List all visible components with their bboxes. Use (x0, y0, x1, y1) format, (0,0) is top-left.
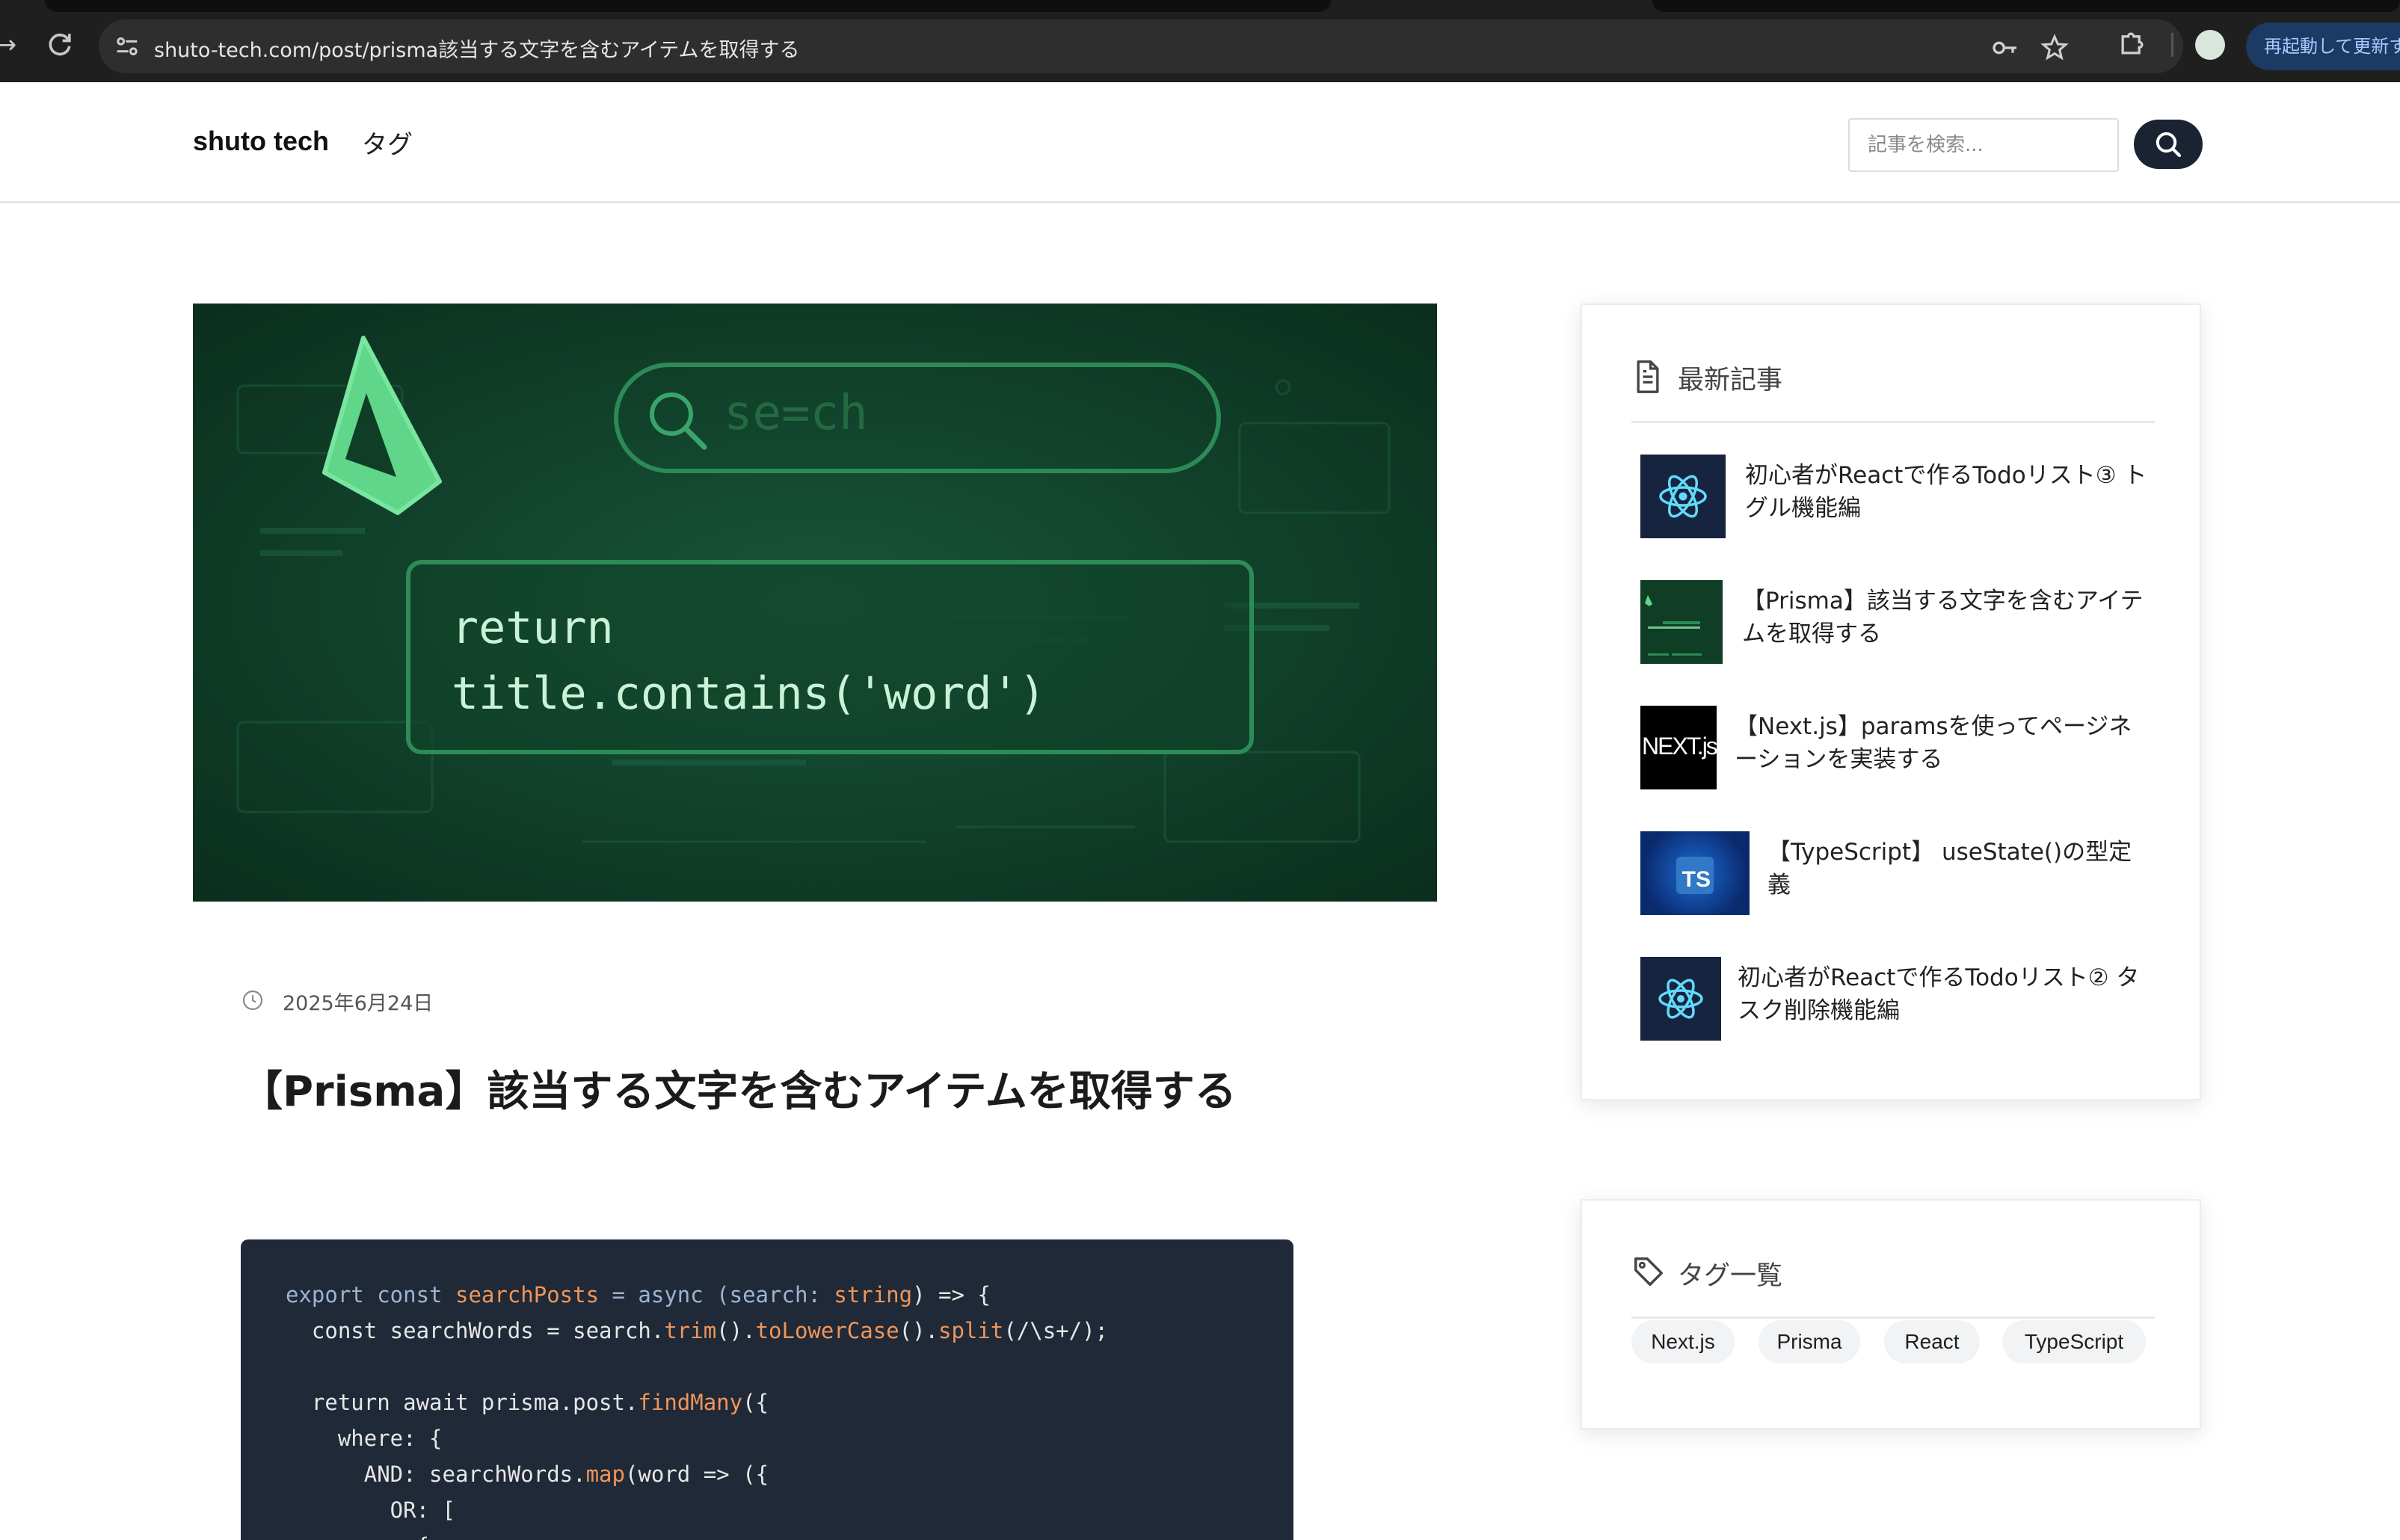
hero-search-text: se=ch (724, 386, 868, 441)
toolbar-divider (2171, 33, 2173, 57)
forward-icon[interactable]: → (0, 28, 22, 61)
site-logo-link[interactable]: shuto tech (193, 126, 329, 157)
site-header: shuto tech タグ (0, 82, 2400, 203)
latest-posts-card: 最新記事 初心者がReactで作るTodoリスト③ トグル機能編 【Prisma… (1581, 304, 2201, 1100)
code-line: where: { (286, 1426, 443, 1451)
profile-avatar[interactable] (2195, 30, 2225, 60)
tags-card: タグ一覧 Next.js Prisma React TypeScript (1581, 1199, 2201, 1429)
tag-icon (1631, 1254, 1666, 1292)
typescript-thumbnail: TS (1640, 831, 1750, 915)
tab-strip (45, 0, 1331, 12)
latest-post-title[interactable]: 初心者がReactで作るTodoリスト② タスク削除機能編 (1738, 961, 2156, 1027)
address-bar[interactable]: shuto-tech.com/post/prisma該当する文字を含むアイテムを… (99, 19, 2183, 73)
hero-code-text: return title.contains('word') (452, 602, 1046, 720)
react-thumbnail (1640, 957, 1721, 1041)
latest-posts-header: 最新記事 (1631, 354, 2155, 423)
code-block: export const searchPosts = async (search… (241, 1239, 1293, 1540)
url-text[interactable]: shuto-tech.com/post/prisma該当する文字を含むアイテムを… (154, 34, 800, 63)
bookmark-star-icon[interactable] (2040, 33, 2070, 63)
code-line: const searchWords = search.trim().toLowe… (286, 1318, 1109, 1343)
latest-post-item[interactable]: 初心者がReactで作るTodoリスト③ トグル機能編 (1640, 455, 2149, 543)
site-settings-icon[interactable] (112, 31, 142, 61)
code-line: export const searchPosts = async (search… (286, 1282, 991, 1308)
search-icon (2156, 132, 2182, 158)
reload-icon[interactable] (43, 28, 76, 61)
tag-chip[interactable]: Next.js (1631, 1320, 1735, 1364)
nav-link-tags[interactable]: タグ (362, 124, 413, 161)
latest-post-title[interactable]: 【Prisma】該当する文字を含むアイテムを取得する (1742, 585, 2146, 650)
nextjs-thumbnail: NEXT.js (1640, 706, 1718, 789)
article-title: 【Prisma】該当する文字を含むアイテムを取得する (241, 1068, 1237, 1116)
prisma-thumbnail (1640, 580, 1723, 664)
article-hero-image: se=ch return title.contains('word') (193, 304, 1437, 902)
latest-post-item[interactable]: TS 【TypeScript】 useState()の型定義 (1640, 831, 2149, 920)
typescript-thumbnail-text: TS (1676, 857, 1714, 894)
react-thumbnail (1640, 455, 1726, 538)
latest-post-item[interactable]: NEXT.js 【Next.js】paramsを使ってページネーションを実装する (1640, 706, 2149, 794)
tag-chip[interactable]: Prisma (1759, 1320, 1860, 1364)
latest-post-title[interactable]: 【Next.js】paramsを使ってページネーションを実装する (1735, 710, 2138, 776)
search-button[interactable] (2134, 120, 2203, 169)
tag-chip[interactable]: TypeScript (2002, 1320, 2146, 1364)
tab-strip (1652, 0, 2400, 12)
latest-post-item[interactable]: 初心者がReactで作るTodoリスト② タスク削除機能編 (1640, 957, 2149, 1045)
tags-title: タグ一覧 (1678, 1261, 1783, 1291)
browser-toolbar: → shuto-tech.com/post/prisma該当する文字を含むアイテ… (0, 0, 2400, 82)
code-line: { (286, 1528, 1108, 1540)
latest-post-title[interactable]: 【TypeScript】 useState()の型定義 (1767, 836, 2141, 902)
nextjs-thumbnail-text: NEXT.js (1642, 733, 1718, 760)
document-icon (1631, 359, 1664, 398)
relaunch-update-button[interactable]: 再起動して更新す (2246, 22, 2400, 70)
code-content: export const searchPosts = async (search… (286, 1277, 1108, 1540)
code-line: return await prisma.post.findMany({ (286, 1390, 769, 1415)
extensions-puzzle-icon[interactable] (2116, 27, 2149, 60)
code-line: OR: [ (286, 1497, 455, 1523)
search-input[interactable] (1848, 118, 2119, 172)
latest-posts-title: 最新記事 (1678, 366, 1783, 395)
tag-chip[interactable]: React (1884, 1320, 1980, 1364)
latest-post-title[interactable]: 初心者がReactで作るTodoリスト③ トグル機能編 (1745, 459, 2149, 525)
password-key-icon[interactable] (1990, 33, 2020, 63)
clock-icon (241, 988, 265, 1015)
publish-date: 2025年6月24日 (283, 992, 434, 1015)
latest-post-item[interactable]: 【Prisma】該当する文字を含むアイテムを取得する (1640, 580, 2149, 668)
tags-header: タグ一覧 (1631, 1250, 2155, 1319)
code-line: AND: searchWords.map(word => ({ (286, 1462, 769, 1487)
